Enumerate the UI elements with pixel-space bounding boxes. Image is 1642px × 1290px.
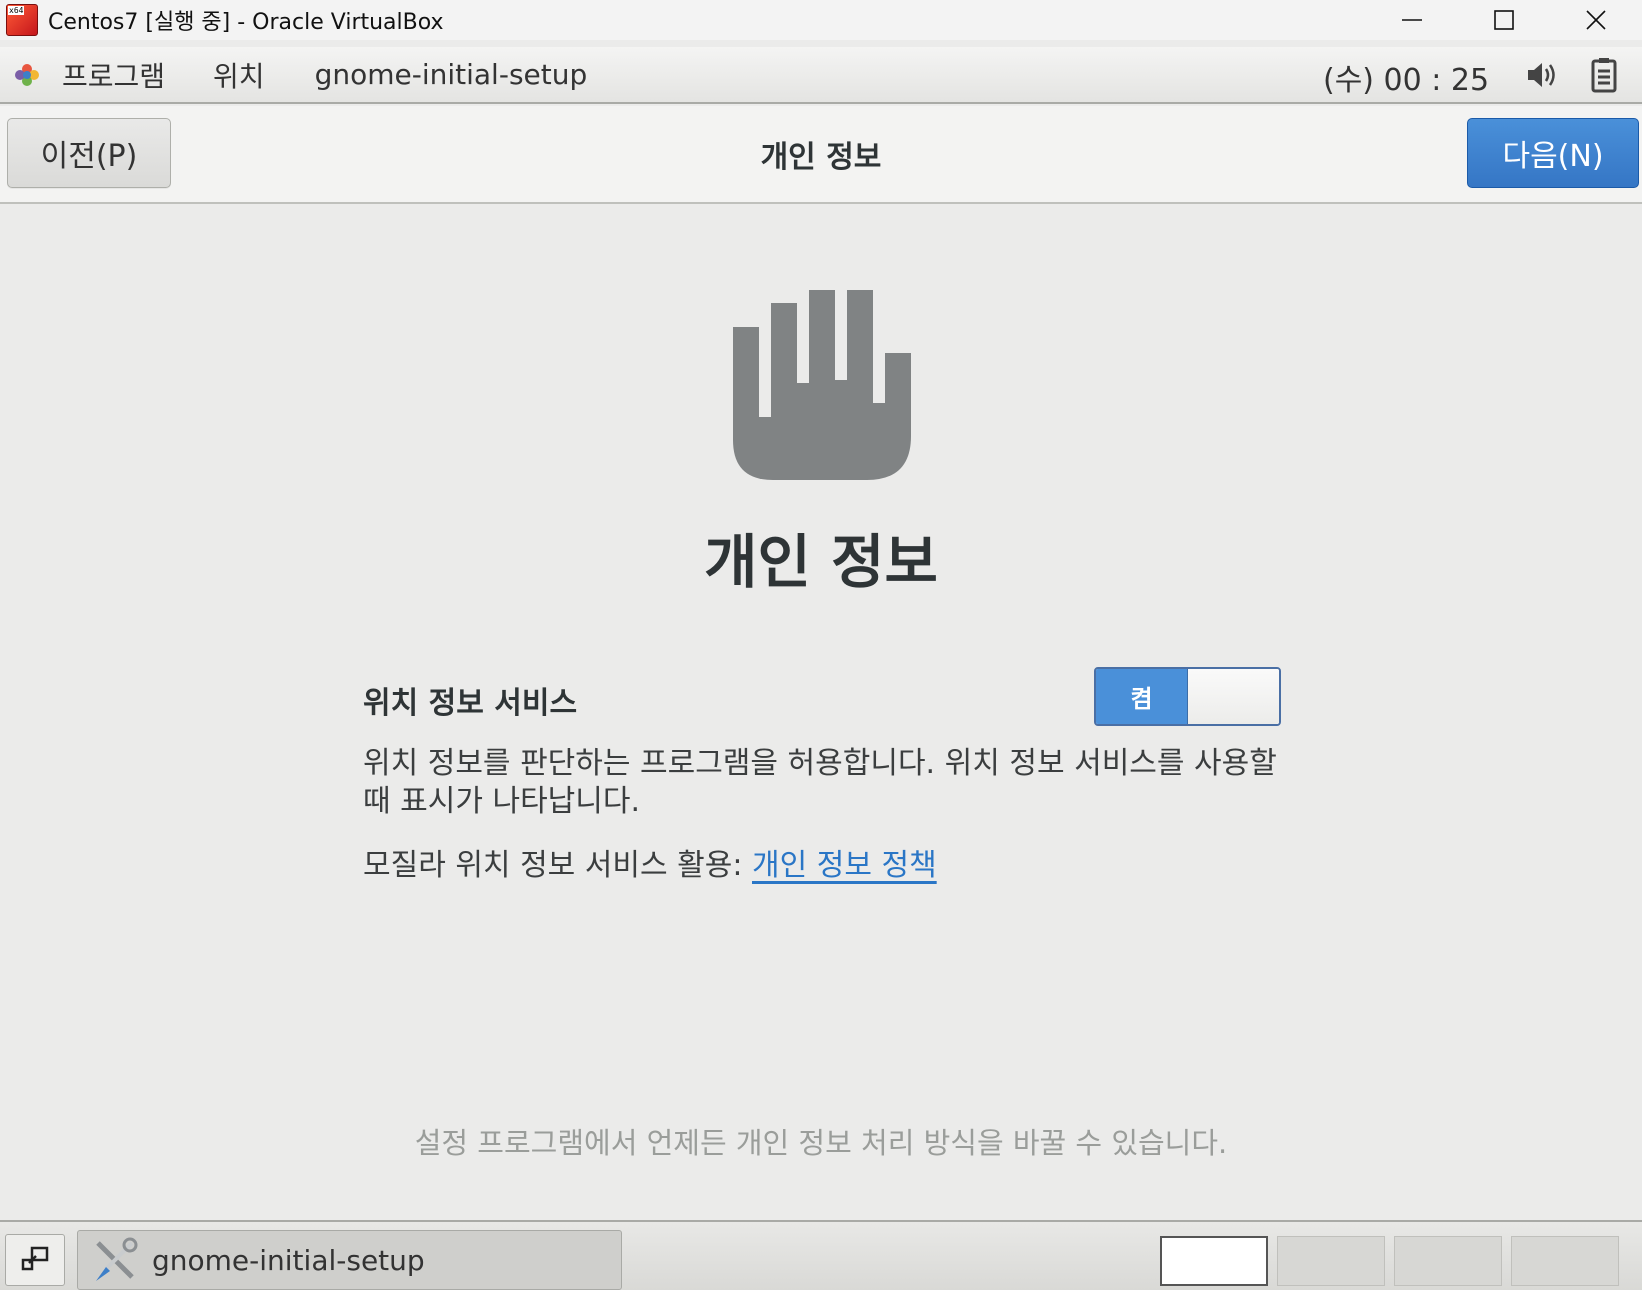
gnome-top-panel: 프로그램 위치 gnome-initial-setup (수) 00 : 25	[0, 47, 1642, 104]
clock[interactable]: (수) 00 : 25	[1323, 55, 1489, 99]
show-desktop-icon	[21, 1246, 49, 1271]
close-button[interactable]	[1550, 0, 1642, 40]
host-window-title: Centos7 [실행 중] - Oracle VirtualBox	[48, 10, 444, 35]
volume-icon[interactable]	[1526, 60, 1558, 94]
minimize-button[interactable]	[1366, 0, 1458, 40]
gnome-bottom-panel: gnome-initial-setup	[0, 1220, 1642, 1290]
location-services-switch[interactable]: 켬	[1094, 667, 1281, 726]
location-description: 위치 정보를 판단하는 프로그램을 허용합니다. 위치 정보 서비스를 사용할 …	[363, 746, 1277, 819]
next-button[interactable]: 다음(N)	[1467, 118, 1639, 188]
location-services-label: 위치 정보 서비스	[363, 686, 578, 721]
logo-arch-tag: x64	[8, 6, 25, 15]
switch-on-label: 켬	[1096, 669, 1188, 724]
places-menu[interactable]: 위치	[213, 55, 265, 95]
taskbar-item-gnome-initial-setup[interactable]: gnome-initial-setup	[77, 1230, 622, 1290]
virtualbox-logo-icon: x64	[6, 4, 38, 36]
workspace-4[interactable]	[1511, 1236, 1619, 1286]
footer-note: 설정 프로그램에서 언제든 개인 정보 처리 방식을 바꿀 수 있습니다.	[414, 1126, 1228, 1160]
workspace-2[interactable]	[1277, 1236, 1385, 1286]
gnome-foot-icon	[12, 60, 42, 90]
privacy-hand-icon	[733, 290, 913, 486]
workspace-3[interactable]	[1394, 1236, 1502, 1286]
app-menu[interactable]: gnome-initial-setup	[315, 58, 588, 91]
host-window-titlebar: x64 Centos7 [실행 중] - Oracle VirtualBox	[0, 0, 1642, 40]
privacy-policy-link[interactable]: 개인 정보 정책	[752, 848, 937, 883]
mozilla-location-line: 모질라 위치 정보 서비스 활용: 개인 정보 정책	[363, 840, 937, 884]
tools-icon	[96, 1237, 138, 1281]
page-heading: 개인 정보	[704, 528, 938, 596]
show-desktop-button[interactable]	[5, 1234, 65, 1286]
system-status-icon[interactable]	[1589, 57, 1619, 97]
maximize-icon	[1494, 10, 1514, 30]
maximize-button[interactable]	[1458, 0, 1550, 40]
header-title: 개인 정보	[760, 140, 882, 175]
switch-knob[interactable]	[1188, 669, 1279, 724]
minimize-icon	[1402, 19, 1422, 21]
setup-headerbar: 이전(P) 개인 정보 다음(N)	[0, 106, 1642, 204]
mozilla-prefix: 모질라 위치 정보 서비스 활용:	[363, 848, 752, 883]
close-icon	[1586, 10, 1606, 30]
host-window-controls	[1366, 0, 1642, 40]
taskbar-item-label: gnome-initial-setup	[152, 1243, 425, 1277]
workspace-1[interactable]	[1160, 1236, 1268, 1286]
applications-menu[interactable]: 프로그램	[62, 55, 165, 95]
